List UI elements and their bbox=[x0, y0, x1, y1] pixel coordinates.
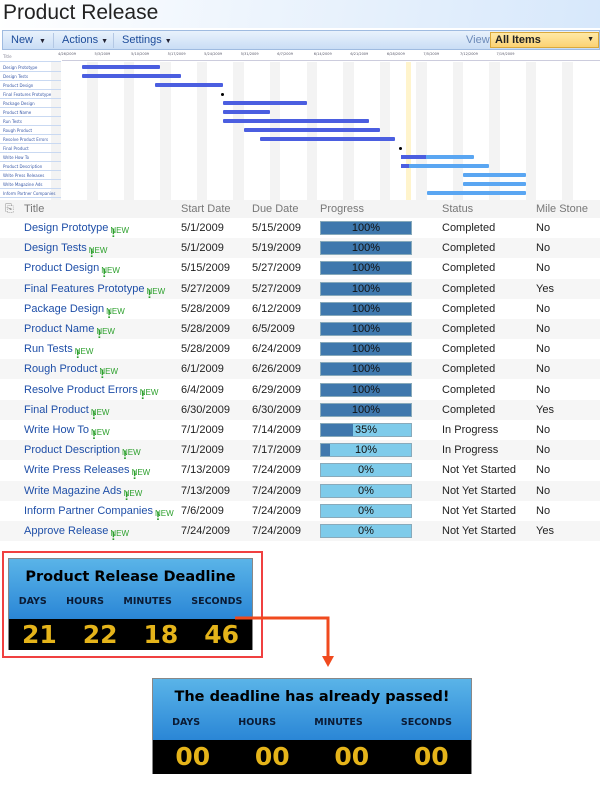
seconds-label: SECONDS bbox=[400, 717, 452, 728]
seconds-value: 00 bbox=[413, 742, 449, 771]
hours-label: HOURS bbox=[238, 717, 277, 728]
days-label: DAYS bbox=[172, 717, 201, 728]
minutes-label: MINUTES bbox=[314, 717, 363, 728]
countdown-passed-widget: The deadline has already passed! DAYS HO… bbox=[152, 678, 472, 774]
hours-value: 00 bbox=[254, 742, 290, 771]
days-value: 00 bbox=[175, 742, 211, 771]
minutes-value: 00 bbox=[334, 742, 370, 771]
countdown-title: The deadline has already passed! bbox=[174, 689, 450, 705]
arrow-icon bbox=[235, 616, 334, 667]
